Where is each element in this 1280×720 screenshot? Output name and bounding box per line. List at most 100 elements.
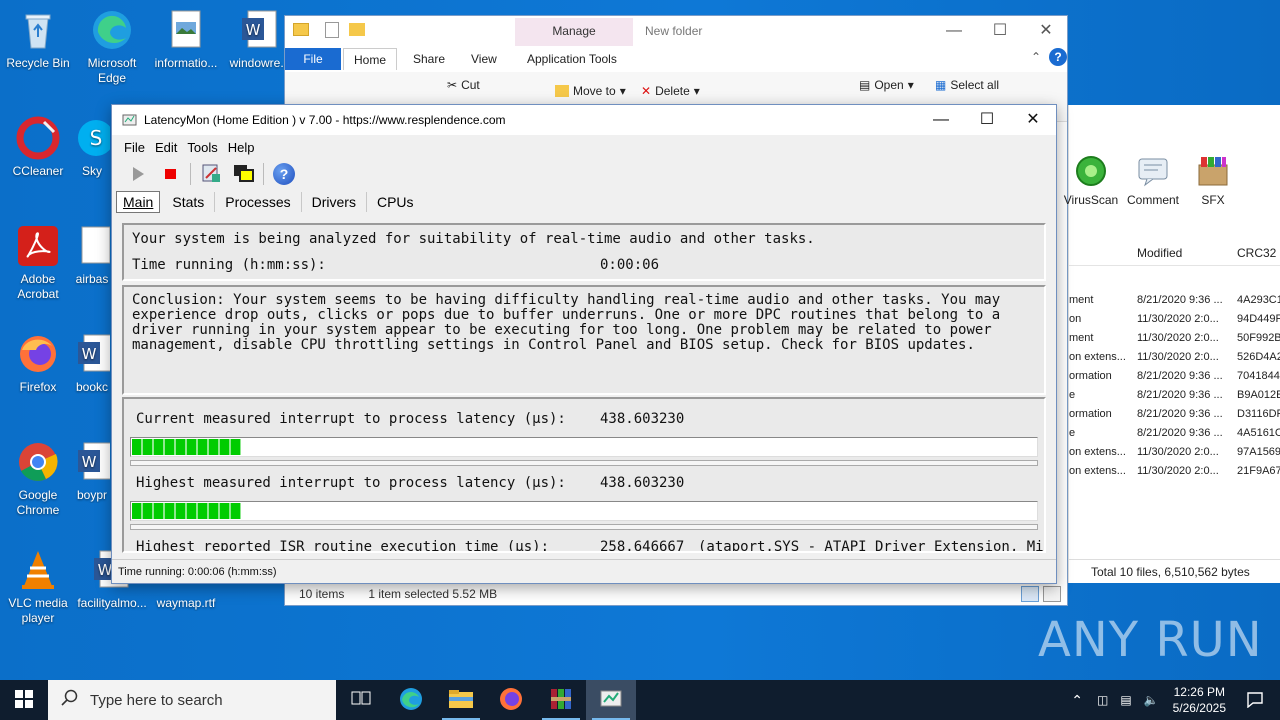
search-icon [60,689,78,711]
table-row[interactable]: ment 11/30/2020 2:0... 50F992B [1069,329,1280,348]
table-row[interactable]: e 8/21/2020 9:36 ... B9A012E [1069,386,1280,405]
table-cell-name: on extens... [1069,351,1126,363]
comment-button[interactable]: Comment [1125,153,1181,207]
table-row[interactable]: ormation 8/21/2020 9:36 ... 7041844 [1069,367,1280,386]
column-header-crc32[interactable]: CRC32 [1237,246,1276,260]
maximize-icon[interactable]: ☐ [991,22,1009,40]
taskbar: Type here to search ⌃ ◫ ▤ 🔈 12:26 PM 5/2… [0,680,1280,720]
table-row[interactable]: ment 8/21/2020 9:36 ... 4A293C1 [1069,291,1280,310]
new-folder-icon[interactable] [349,23,365,36]
windows-button[interactable] [231,162,255,186]
desktop-icon-bookc[interactable]: W bookc [74,332,110,395]
menu-edit[interactable]: Edit [155,140,177,155]
tab-processes[interactable]: Processes [215,192,302,212]
open-button[interactable]: ▤ Open ▾ [859,78,914,92]
tab-file[interactable]: File [285,48,341,70]
tab-manage[interactable]: Manage [515,18,633,46]
tab-stats[interactable]: Stats [160,192,216,212]
details-view-icon[interactable] [1021,586,1039,602]
column-header-modified[interactable]: Modified [1137,246,1182,260]
desktop-icon-recycle-bin[interactable]: Recycle Bin [0,8,76,71]
sfx-button[interactable]: SFX [1187,153,1239,207]
maximize-icon[interactable]: ☐ [964,105,1010,135]
close-icon[interactable]: ✕ [1037,22,1055,40]
search-placeholder: Type here to search [90,691,223,709]
taskbar-winrar[interactable] [536,680,586,720]
minimize-icon[interactable]: — [918,105,964,135]
desktop-icon-boypr[interactable]: W boypr [74,440,110,503]
taskbar-file-explorer[interactable] [436,680,486,720]
stop-button[interactable] [158,162,182,186]
firefox-icon [16,332,60,376]
desktop-icon-vlc[interactable]: VLC media player [0,548,76,626]
table-row[interactable]: on extens... 11/30/2020 2:0... 526D4A2 [1069,348,1280,367]
close-icon[interactable]: ✕ [1010,105,1056,135]
table-row[interactable]: ormation 8/21/2020 9:36 ... D3116DF [1069,405,1280,424]
desktop-icon-firefox[interactable]: Firefox [0,332,76,395]
tab-application-tools[interactable]: Application Tools [517,48,627,70]
cut-button[interactable]: ✂ Cut [447,78,480,92]
table-row[interactable]: on extens... 11/30/2020 2:0... 97A1569 [1069,443,1280,462]
desktop-icon-edge[interactable]: Microsoft Edge [74,8,150,86]
start-button[interactable] [126,162,150,186]
table-row[interactable]: on 11/30/2020 2:0... 94D449F [1069,310,1280,329]
desktop-icon-label: bookc [75,380,109,394]
minimize-icon[interactable]: — [945,22,963,40]
move-to-button[interactable]: Move to ▾ [555,84,626,98]
table-cell-name: on extens... [1069,446,1126,458]
isr-value: 258.646667 [600,539,685,553]
desktop-icon-chrome[interactable]: Google Chrome [0,440,76,518]
file-list-header: Modified CRC32 [1069,240,1280,266]
latencymon-titlebar: LatencyMon (Home Edition ) v 7.00 - http… [112,105,1056,135]
taskbar-firefox[interactable] [486,680,536,720]
help-icon[interactable]: ? [1049,48,1067,66]
tab-main[interactable]: Main [116,191,161,213]
delete-button[interactable]: ✕ Delete ▾ [641,84,700,98]
tab-drivers[interactable]: Drivers [302,192,367,212]
cut-label: Cut [461,78,480,92]
table-cell-name: ormation [1069,370,1112,382]
tab-view[interactable]: View [461,48,507,70]
task-view-button[interactable] [336,680,386,720]
comment-icon [1135,153,1171,189]
network-icon[interactable]: ◫ [1097,693,1108,707]
table-cell-name: on [1069,313,1082,325]
virusscan-button[interactable]: VirusScan [1063,153,1119,207]
tab-share[interactable]: Share [403,48,455,70]
help-button[interactable]: ? [272,162,296,186]
desktop-icon-label: waymap.rtf [156,596,216,610]
system-tray: ⌃ ◫ ▤ 🔈 12:26 PM 5/26/2025 [1063,680,1280,720]
taskbar-search[interactable]: Type here to search [48,680,336,720]
volume-icon[interactable]: 🔈 [1144,693,1159,707]
file-explorer-icon [448,688,474,713]
taskbar-latencymon[interactable] [586,680,636,720]
menu-tools[interactable]: Tools [187,140,217,155]
window-title: LatencyMon (Home Edition ) v 7.00 - http… [144,113,506,127]
chevron-up-icon[interactable]: ⌃ [1071,692,1083,709]
tab-cpus[interactable]: CPUs [367,192,424,212]
desktop-icon-ccleaner[interactable]: CCleaner [0,116,76,179]
table-row[interactable]: on extens... 11/30/2020 2:0... 21F9A67 [1069,462,1280,481]
desktop-icon-information[interactable]: informatio... [148,8,224,71]
report-button[interactable] [199,162,223,186]
desktop-icon-label: Firefox [19,380,57,394]
notifications-icon[interactable] [1246,690,1264,711]
properties-icon[interactable] [325,22,339,38]
taskbar-edge[interactable] [386,680,436,720]
select-all-button[interactable]: ▦ Select all [935,78,999,92]
table-row[interactable]: e 8/21/2020 9:36 ... 4A5161C [1069,424,1280,443]
large-icons-view-icon[interactable] [1043,586,1061,602]
menu-help[interactable]: Help [228,140,255,155]
desktop-icon-acrobat[interactable]: Adobe Acrobat [0,224,76,302]
desktop-icon-airbas[interactable]: airbas [74,224,110,287]
chevron-up-icon[interactable]: ⌃ [1031,50,1041,64]
ethernet-icon[interactable]: ▤ [1120,693,1131,707]
open-label: Open [874,78,904,92]
start-button[interactable] [0,680,48,720]
help-icon: ? [273,163,295,185]
menu-file[interactable]: File [124,140,145,155]
desktop-icon-label: CCleaner [12,164,64,178]
clock[interactable]: 12:26 PM 5/26/2025 [1173,684,1226,716]
tab-home[interactable]: Home [343,48,398,70]
desktop-icon-sky[interactable]: S Sky [74,116,110,179]
